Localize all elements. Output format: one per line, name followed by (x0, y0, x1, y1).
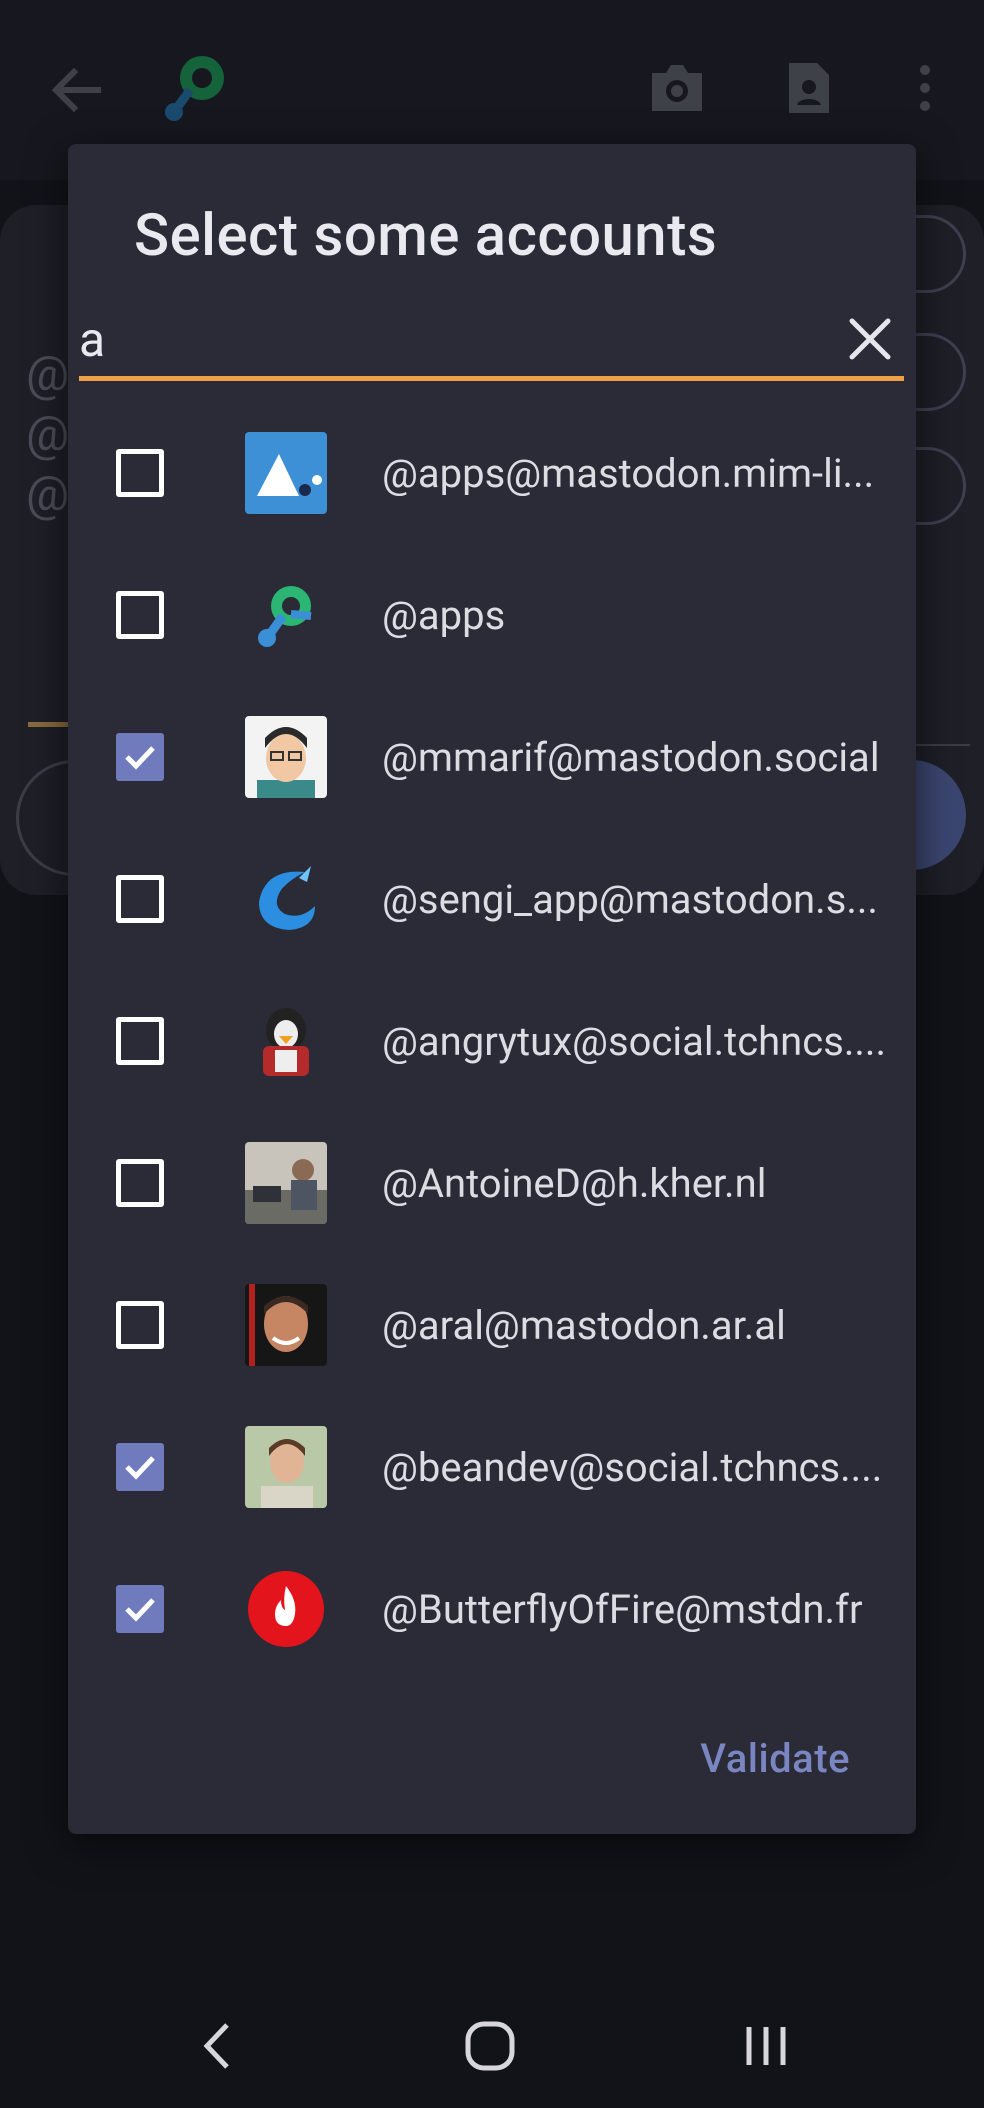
checkbox[interactable] (116, 1301, 164, 1349)
nav-recents-icon[interactable] (736, 2016, 796, 2076)
account-row[interactable]: @mmarif@mastodon.social (68, 686, 916, 828)
camera-icon[interactable] (646, 56, 708, 118)
account-row[interactable]: @apps@mastodon.mim-li... (68, 402, 916, 544)
account-handle: @apps@mastodon.mim-li... (382, 449, 875, 497)
checkbox-checked[interactable] (116, 733, 164, 781)
bg-partial-text-3: @ (26, 465, 70, 522)
account-row[interactable]: @aral@mastodon.ar.al (68, 1254, 916, 1396)
account-handle: @sengi_app@mastodon.s... (382, 875, 878, 923)
account-row[interactable]: @sengi_app@mastodon.s... (68, 828, 916, 970)
account-row[interactable]: @angrytux@social.tchncs.... (68, 970, 916, 1112)
validate-button[interactable]: Validate (700, 1735, 850, 1782)
account-handle: @mmarif@mastodon.social (382, 733, 880, 781)
mim-libre-avatar (245, 432, 327, 514)
back-arrow-icon[interactable] (44, 62, 108, 118)
search-input[interactable] (79, 304, 819, 374)
bg-partial-text-1: @ (26, 345, 70, 402)
angry-tux-avatar (245, 1000, 327, 1082)
sengi-avatar (245, 858, 327, 940)
account-row[interactable]: @beandev@social.tchncs.... (68, 1396, 916, 1538)
photo-avatar (245, 1284, 327, 1366)
account-handle: @apps (382, 591, 506, 639)
checkbox[interactable] (116, 1159, 164, 1207)
account-handle: @beandev@social.tchncs.... (382, 1443, 883, 1491)
account-row[interactable]: @AntoineD@h.kher.nl (68, 1112, 916, 1254)
checkbox[interactable] (116, 449, 164, 497)
system-nav-bar (0, 1960, 984, 2108)
fedilab-logo-icon[interactable] (158, 50, 234, 126)
more-vertical-icon[interactable] (910, 58, 940, 118)
account-handle: @angrytux@social.tchncs.... (382, 1017, 887, 1065)
close-icon[interactable] (840, 309, 900, 369)
account-handle: @ButterflyOfFire@mstdn.fr (382, 1585, 863, 1633)
nav-home-icon[interactable] (460, 2016, 520, 2076)
account-handle: @aral@mastodon.ar.al (382, 1301, 786, 1349)
account-row[interactable]: @apps (68, 544, 916, 686)
photo-avatar (245, 1142, 327, 1224)
checkbox-checked[interactable] (116, 1585, 164, 1633)
account-handle: @AntoineD@h.kher.nl (382, 1159, 767, 1207)
search-underline (79, 376, 904, 381)
contact-card-icon[interactable] (782, 56, 836, 120)
photo-avatar (245, 1426, 327, 1508)
nav-back-icon[interactable] (190, 2016, 242, 2076)
account-row[interactable]: @ButterflyOfFire@mstdn.fr (68, 1538, 916, 1680)
checkbox[interactable] (116, 1017, 164, 1065)
bg-progress-bar (28, 722, 68, 727)
select-accounts-dialog: Select some accounts @apps@mastodon.mim-… (68, 144, 916, 1834)
checkbox[interactable] (116, 591, 164, 639)
checkbox-checked[interactable] (116, 1443, 164, 1491)
bg-partial-text-2: @ (26, 405, 70, 462)
dialog-title: Select some accounts (134, 202, 718, 270)
fedilab-avatar (245, 574, 327, 656)
fire-avatar (245, 1568, 327, 1650)
checkbox[interactable] (116, 875, 164, 923)
cartoon-man-avatar (245, 716, 327, 798)
